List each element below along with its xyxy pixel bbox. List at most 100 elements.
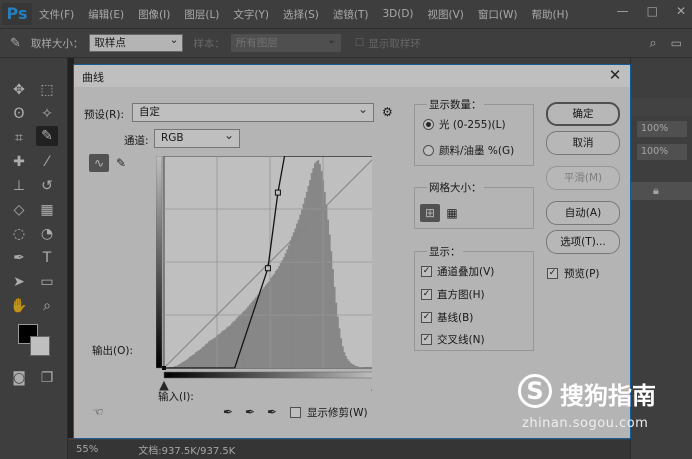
gray-point-eyedropper-icon[interactable]: ✒ xyxy=(240,403,260,421)
photoshop-logo: Ps xyxy=(2,3,32,25)
brush-tool-icon[interactable]: ⁄ xyxy=(36,152,58,172)
light-radio[interactable] xyxy=(423,119,434,130)
menu-filter[interactable]: 滤镜(T) xyxy=(326,7,376,22)
layer-row[interactable] xyxy=(631,182,692,200)
output-label: 输出(O): xyxy=(92,345,133,357)
curve-edit-points-icon[interactable]: ∿ xyxy=(89,154,109,172)
search-icon[interactable]: ⌕ xyxy=(649,36,656,51)
pigment-radio[interactable] xyxy=(423,145,434,156)
black-point-slider[interactable] xyxy=(159,380,169,391)
display-group: 显示： ✓ 通道叠加(V) ✓ 直方图(H) ✓ 基线(B) ✓ 交叉线(N) xyxy=(414,244,534,351)
menu-edit[interactable]: 编辑(E) xyxy=(81,7,131,22)
histogram-label: 直方图(H) xyxy=(437,289,485,301)
menu-view[interactable]: 视图(V) xyxy=(421,7,471,22)
fill-field[interactable]: 100% xyxy=(637,144,687,160)
on-image-adjust-icon[interactable]: ☜ xyxy=(88,403,108,421)
marquee-tool-icon[interactable]: ⬚ xyxy=(36,80,58,100)
background-color-swatch[interactable] xyxy=(30,336,50,356)
baseline-label: 基线(B) xyxy=(437,312,474,324)
minimize-button[interactable]: — xyxy=(617,4,629,18)
gradient-tool-icon[interactable]: ▦ xyxy=(36,200,58,220)
screen-mode-icon[interactable]: ❐ xyxy=(36,368,58,388)
channel-overlay-checkbox[interactable]: ✓ xyxy=(421,266,432,277)
history-brush-icon[interactable]: ↺ xyxy=(36,176,58,196)
pen-tool-icon[interactable]: ✒ xyxy=(8,248,30,268)
lock-icon: 🔒︎ xyxy=(653,184,659,197)
pencil-draw-icon[interactable]: ✎ xyxy=(111,154,131,172)
grid-size-title: 网格大小： xyxy=(427,180,484,195)
black-point-eyedropper-icon[interactable]: ✒ xyxy=(218,403,238,421)
menu-layer[interactable]: 图层(L) xyxy=(177,7,226,22)
menu-help[interactable]: 帮助(H) xyxy=(525,7,576,22)
sample-size-select[interactable]: 取样点 xyxy=(89,32,184,52)
panel-row xyxy=(631,98,692,116)
path-select-icon[interactable]: ➤ xyxy=(8,272,30,292)
histogram-checkbox[interactable]: ✓ xyxy=(421,289,432,300)
opacity-field[interactable]: 100% xyxy=(637,121,687,137)
type-tool-icon[interactable]: T xyxy=(36,248,58,268)
eyedropper-tool-icon[interactable]: ✎ xyxy=(36,126,58,146)
simple-grid-icon[interactable]: ⊞ xyxy=(420,204,440,222)
baseline-checkbox[interactable]: ✓ xyxy=(421,312,432,323)
shape-tool-icon[interactable]: ▭ xyxy=(36,272,58,292)
cancel-button[interactable]: 取消 xyxy=(546,131,620,155)
preset-options-gear-icon[interactable]: ⚙ xyxy=(382,105,393,119)
curve-graph[interactable] xyxy=(156,156,372,400)
curve-endpoint xyxy=(162,366,166,370)
hand-tool-icon[interactable]: ✋ xyxy=(8,296,30,316)
options-button[interactable]: 选项(T)... xyxy=(546,230,620,254)
sample-select[interactable]: 所有图层 xyxy=(230,32,341,52)
stamp-tool-icon[interactable]: ⊥ xyxy=(8,176,30,196)
curve-control-point[interactable] xyxy=(274,189,281,196)
menu-type[interactable]: 文字(Y) xyxy=(226,7,276,22)
preview-label: 预览(P) xyxy=(564,268,600,280)
curve-control-point[interactable] xyxy=(264,265,271,272)
intersection-line-checkbox[interactable]: ✓ xyxy=(421,334,432,345)
dialog-titlebar[interactable]: 曲线 ✕ xyxy=(74,65,630,87)
layers-panel: 100% 100% 🔒︎ xyxy=(630,58,692,459)
dodge-tool-icon[interactable]: ◔ xyxy=(36,224,58,244)
detailed-grid-icon[interactable]: ▦ xyxy=(442,204,462,222)
menu-3d[interactable]: 3D(D) xyxy=(375,8,420,20)
magic-wand-tool-icon[interactable]: ✧ xyxy=(36,104,58,124)
quick-mask-icon[interactable]: ◙ xyxy=(8,368,30,388)
status-bar: 55% 文档:937.5K/937.5K xyxy=(68,440,630,459)
close-app-button[interactable]: ✕ xyxy=(676,4,686,18)
blur-tool-icon[interactable]: ◌ xyxy=(8,224,30,244)
channel-select[interactable]: RGB xyxy=(154,127,240,148)
lasso-tool-icon[interactable]: ʘ xyxy=(8,104,30,124)
dialog-title: 曲线 xyxy=(82,71,104,84)
histogram-bar xyxy=(361,367,364,368)
sample-label: 样本： xyxy=(193,37,225,50)
eyedropper-icon[interactable]: ✎ xyxy=(10,36,21,51)
white-point-eyedropper-icon[interactable]: ✒ xyxy=(262,403,282,421)
menu-window[interactable]: 窗口(W) xyxy=(471,7,525,22)
menu-bar: Ps 文件(F) 编辑(E) 图像(I) 图层(L) 文字(Y) 选择(S) 滤… xyxy=(0,0,692,28)
ok-button[interactable]: 确定 xyxy=(546,102,620,126)
eraser-tool-icon[interactable]: ◇ xyxy=(8,200,30,220)
move-tool-icon[interactable]: ✥ xyxy=(8,80,30,100)
maximize-button[interactable]: □ xyxy=(647,4,658,18)
sample-size-label: 取样大小： xyxy=(30,37,84,50)
show-ring-checkbox[interactable]: ☐ xyxy=(355,37,364,49)
intersection-line-label: 交叉线(N) xyxy=(437,334,485,346)
menu-file[interactable]: 文件(F) xyxy=(32,7,81,22)
channel-label: 通道: xyxy=(124,135,149,147)
workspace-icon[interactable]: ▭ xyxy=(671,36,682,50)
preset-select[interactable]: 自定 xyxy=(132,101,374,122)
dialog-close-button[interactable]: ✕ xyxy=(606,66,624,84)
menu-image[interactable]: 图像(I) xyxy=(131,7,177,22)
output-gradient-bar xyxy=(156,156,163,369)
preview-checkbox[interactable]: ✓ xyxy=(547,268,558,279)
smooth-button[interactable]: 平滑(M) xyxy=(546,166,620,190)
menu-select[interactable]: 选择(S) xyxy=(276,7,326,22)
zoom-level[interactable]: 55% xyxy=(76,444,98,455)
zoom-tool-icon[interactable]: ⌕ xyxy=(36,296,58,316)
crop-tool-icon[interactable]: ⌗ xyxy=(8,128,30,148)
grid-size-group: 网格大小： ⊞ ▦ xyxy=(414,180,534,229)
light-radio-label: 光 (0-255)(L) xyxy=(439,119,506,131)
pigment-radio-label: 颜料/油墨 %(G) xyxy=(439,145,515,157)
auto-button[interactable]: 自动(A) xyxy=(546,201,620,225)
show-clipping-checkbox[interactable]: ✓ xyxy=(290,407,301,418)
healing-tool-icon[interactable]: ✚ xyxy=(8,152,30,172)
